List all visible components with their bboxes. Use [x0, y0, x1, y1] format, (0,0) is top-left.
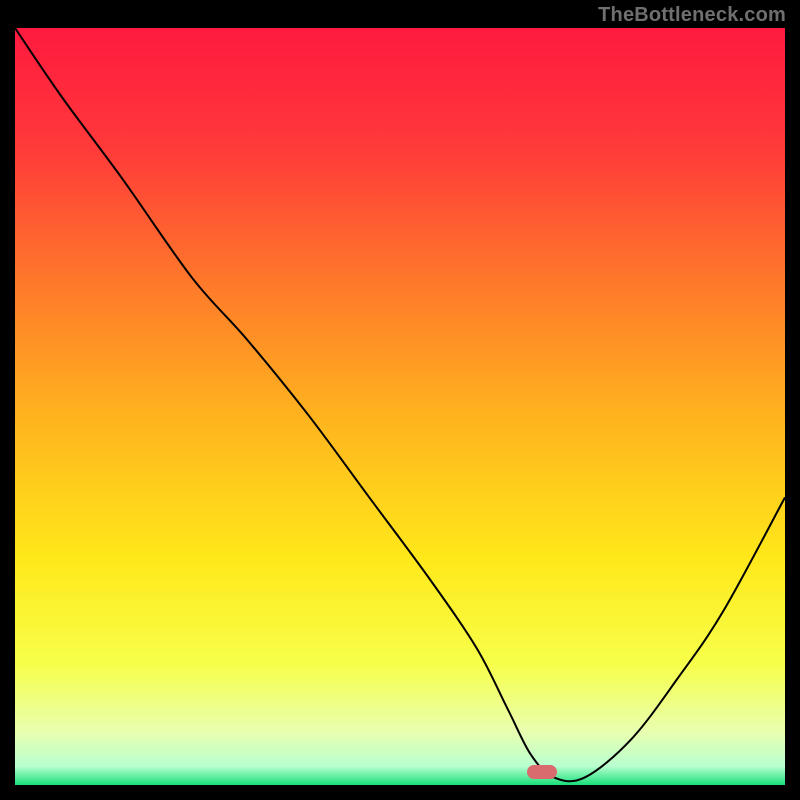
chart-frame: TheBottleneck.com: [0, 0, 800, 800]
plot-area: [15, 28, 785, 785]
bottleneck-curve: [15, 28, 785, 785]
watermark-text: TheBottleneck.com: [598, 4, 786, 27]
optimal-marker: [527, 765, 557, 779]
